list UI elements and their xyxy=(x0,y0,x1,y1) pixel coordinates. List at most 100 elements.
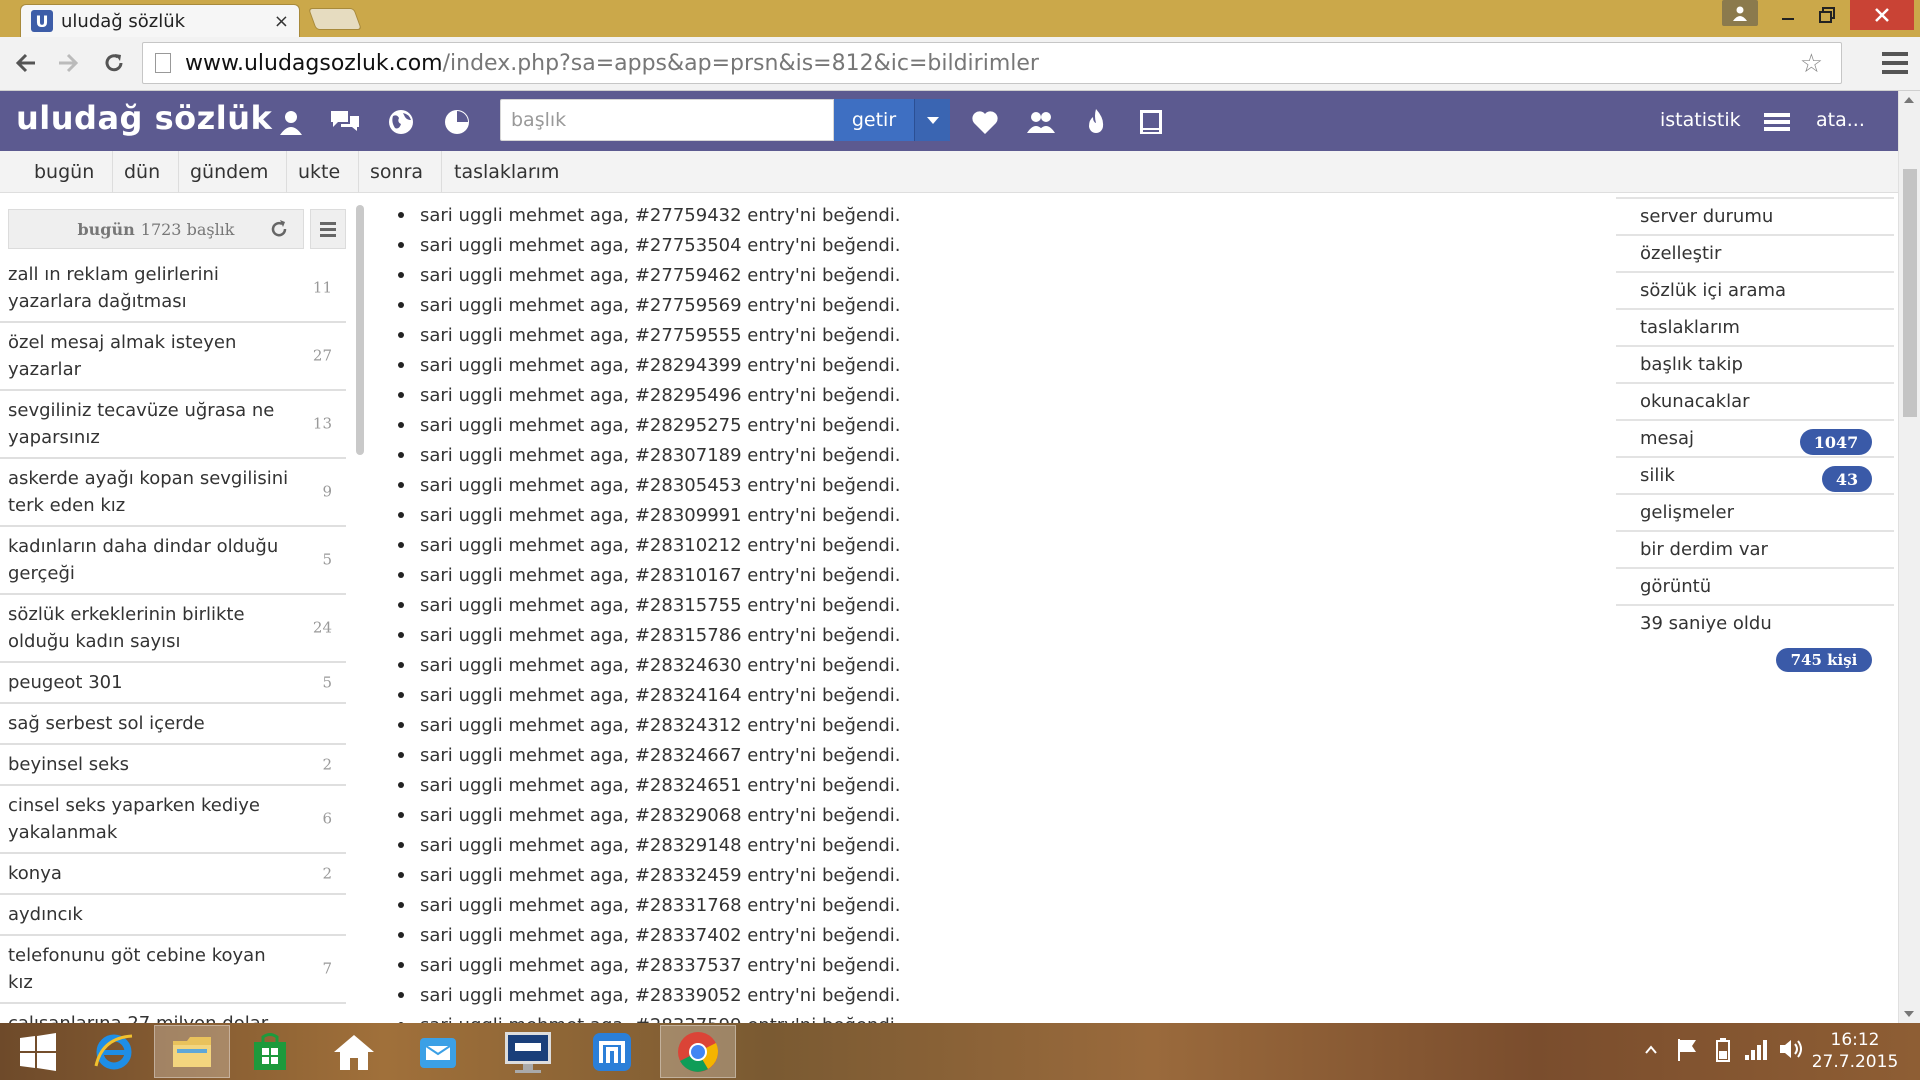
topic-item[interactable]: özel mesaj almak isteyen yazarlar 27 xyxy=(0,323,346,391)
store-icon[interactable] xyxy=(232,1025,308,1078)
sidebar-item-goruntu[interactable]: görüntü xyxy=(1616,567,1894,604)
notification-text[interactable]: sari uggli mehmet aga, #28332459 entry'n… xyxy=(420,865,901,886)
back-arrow-icon[interactable] xyxy=(8,45,44,81)
list-view-icon[interactable] xyxy=(310,209,346,249)
book-icon[interactable] xyxy=(1136,107,1166,137)
restore-icon[interactable] xyxy=(1810,0,1846,30)
notification-text[interactable]: sari uggli mehmet aga, #28337537 entry'n… xyxy=(420,955,901,976)
online-users-badge[interactable]: 745 kişi xyxy=(1776,648,1872,672)
notification-text[interactable]: sari uggli mehmet aga, #28331768 entry'n… xyxy=(420,895,901,916)
notification-text[interactable]: sari uggli mehmet aga, #28310212 entry'n… xyxy=(420,535,901,556)
maxthon-icon[interactable] xyxy=(574,1025,650,1078)
topic-item[interactable]: sevgiliniz tecavüze uğrasa ne yaparsınız… xyxy=(0,391,346,459)
sidebar-item-server-durumu[interactable]: server durumu xyxy=(1616,197,1894,234)
users-icon[interactable] xyxy=(1026,107,1056,137)
topic-list-header[interactable]: bugün 1723 başlık xyxy=(8,209,304,249)
topic-item[interactable]: kadınların daha dindar olduğu gerçeği 5 xyxy=(0,527,346,595)
notification-text[interactable]: sari uggli mehmet aga, #27759555 entry'n… xyxy=(420,325,901,346)
refresh-icon[interactable] xyxy=(268,218,290,240)
topic-item[interactable]: konya 2 xyxy=(0,854,346,895)
sidebar-item-baslik-takip[interactable]: başlık takip xyxy=(1616,345,1894,382)
tab-taslaklarim[interactable]: taslaklarım xyxy=(436,151,577,193)
sidebar-item-sozluk-ici-arama[interactable]: sözlük içi arama xyxy=(1616,271,1894,308)
tab-close-icon[interactable]: × xyxy=(274,11,289,32)
search-input[interactable]: başlık xyxy=(500,99,834,141)
scrollbar-thumb[interactable] xyxy=(1903,169,1917,417)
sidebar-item-bir-derdim-var[interactable]: bir derdim var xyxy=(1616,530,1894,567)
notification-text[interactable]: sari uggli mehmet aga, #28324651 entry'n… xyxy=(420,775,901,796)
notification-text[interactable]: sari uggli mehmet aga, #27759432 entry'n… xyxy=(420,205,901,226)
chrome-icon[interactable] xyxy=(660,1025,736,1078)
sidebar-item-taslaklarim[interactable]: taslaklarım xyxy=(1616,308,1894,345)
home-icon[interactable] xyxy=(316,1025,392,1078)
mail-icon[interactable] xyxy=(400,1025,476,1078)
new-tab-button[interactable] xyxy=(307,8,363,30)
scroll-down-icon[interactable] xyxy=(1904,1011,1914,1017)
bookmark-star-icon[interactable]: ☆ xyxy=(1800,49,1823,79)
page-scrollbar[interactable] xyxy=(1898,91,1920,1023)
notification-text[interactable]: sari uggli mehmet aga, #28295275 entry'n… xyxy=(420,415,901,436)
notification-text[interactable]: sari uggli mehmet aga, #27753504 entry'n… xyxy=(420,235,901,256)
system-clock[interactable]: 16:12 27.7.2015 xyxy=(1800,1029,1910,1073)
topic-item[interactable]: peugeot 301 5 xyxy=(0,663,346,704)
notification-text[interactable]: sari uggli mehmet aga, #28339052 entry'n… xyxy=(420,985,901,1006)
fire-icon[interactable] xyxy=(1081,107,1111,137)
scroll-up-icon[interactable] xyxy=(1904,97,1914,103)
notification-text[interactable]: sari uggli mehmet aga, #28329068 entry'n… xyxy=(420,805,901,826)
topic-item[interactable]: askerde ayağı kopan sevgilisini terk ede… xyxy=(0,459,346,527)
site-logo[interactable]: uludağ sözlük xyxy=(16,99,272,137)
topic-item[interactable]: sözlük erkeklerinin birlikte olduğu kadı… xyxy=(0,595,346,663)
network-signal-icon[interactable] xyxy=(1744,1037,1768,1066)
istatistik-link[interactable]: istatistik xyxy=(1660,109,1741,131)
tab-ukte[interactable]: ukte xyxy=(280,151,360,193)
user-profile-icon[interactable] xyxy=(1722,0,1758,26)
notification-text[interactable]: sari uggli mehmet aga, #28315755 entry'n… xyxy=(420,595,901,616)
profile-icon[interactable] xyxy=(276,107,306,137)
notification-text[interactable]: sari uggli mehmet aga, #28307189 entry'n… xyxy=(420,445,901,466)
tab-gundem[interactable]: gündem xyxy=(172,151,288,193)
topic-item[interactable]: beyinsel seks 2 xyxy=(0,745,346,786)
topic-item[interactable]: telefonunu göt cebine koyan kız 7 xyxy=(0,936,346,1004)
notification-text[interactable]: sari uggli mehmet aga, #28315786 entry'n… xyxy=(420,625,901,646)
window-close-icon[interactable] xyxy=(1850,0,1914,30)
minimize-icon[interactable] xyxy=(1770,0,1806,30)
tab-sonra[interactable]: sonra xyxy=(352,151,443,193)
windows-start-icon[interactable] xyxy=(0,1025,76,1078)
internet-explorer-icon[interactable] xyxy=(76,1025,152,1078)
battery-icon[interactable] xyxy=(1716,1037,1730,1068)
reload-icon[interactable] xyxy=(96,45,132,81)
notification-text[interactable]: sari uggli mehmet aga, #28309991 entry'n… xyxy=(420,505,901,526)
notification-text[interactable]: sari uggli mehmet aga, #28329148 entry'n… xyxy=(420,835,901,856)
sidebar-item-okunacaklar[interactable]: okunacaklar xyxy=(1616,382,1894,419)
address-bar[interactable]: www.uludagsozluk.com/index.php?sa=apps&a… xyxy=(142,42,1842,84)
notification-text[interactable]: sari uggli mehmet aga, #28324630 entry'n… xyxy=(420,655,901,676)
browser-menu-icon[interactable] xyxy=(1882,49,1908,77)
notification-text[interactable]: sari uggli mehmet aga, #27759462 entry'n… xyxy=(420,265,901,286)
notification-text[interactable]: sari uggli mehmet aga, #28337402 entry'n… xyxy=(420,925,901,946)
globe-icon[interactable] xyxy=(386,107,416,137)
topic-item[interactable]: cinsel seks yaparken kediye yakalanmak 6 xyxy=(0,786,346,854)
user-menu[interactable]: ata... xyxy=(1816,109,1865,131)
notification-text[interactable]: sari uggli mehmet aga, #28294399 entry'n… xyxy=(420,355,901,376)
menu-icon[interactable] xyxy=(1762,107,1792,137)
sidebar-item-gelismeler[interactable]: gelişmeler xyxy=(1616,493,1894,530)
notification-text[interactable]: sari uggli mehmet aga, #27759569 entry'n… xyxy=(420,295,901,316)
browser-tab[interactable]: U uludağ sözlük × xyxy=(20,4,300,37)
notification-text[interactable]: sari uggli mehmet aga, #28337599 entry'n… xyxy=(420,1015,901,1024)
heart-icon[interactable] xyxy=(970,107,1000,137)
sidebar-item-ozellestir[interactable]: özelleştir xyxy=(1616,234,1894,271)
notification-text[interactable]: sari uggli mehmet aga, #28324312 entry'n… xyxy=(420,715,901,736)
topic-item[interactable]: zall ın reklam gelirlerini yazarlara dağ… xyxy=(0,255,346,323)
pie-chart-icon[interactable] xyxy=(442,107,472,137)
lenovo-monitor-icon[interactable] xyxy=(490,1025,566,1078)
topic-item[interactable]: sağ serbest sol içerde xyxy=(0,704,346,745)
file-explorer-icon[interactable] xyxy=(154,1025,230,1078)
tab-bugun[interactable]: bugün xyxy=(16,151,114,193)
action-center-flag-icon[interactable] xyxy=(1676,1037,1698,1068)
notification-text[interactable]: sari uggli mehmet aga, #28295496 entry'n… xyxy=(420,385,901,406)
getir-button[interactable]: getir xyxy=(834,99,914,141)
notification-text[interactable]: sari uggli mehmet aga, #28324667 entry'n… xyxy=(420,745,901,766)
notification-text[interactable]: sari uggli mehmet aga, #28310167 entry'n… xyxy=(420,565,901,586)
topic-item[interactable]: aydıncık xyxy=(0,895,346,936)
show-hidden-icons-icon[interactable] xyxy=(1644,1039,1658,1060)
